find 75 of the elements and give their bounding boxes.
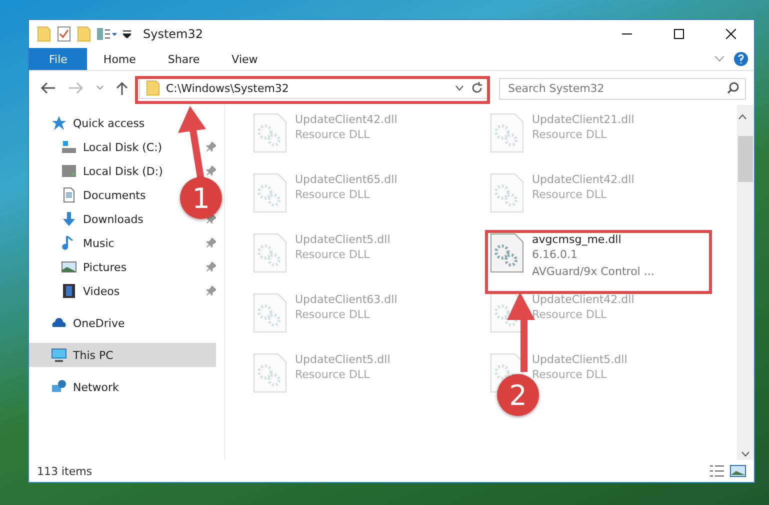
folder-icon [37,26,51,42]
address-bar[interactable]: C:\Windows\System32 [139,77,489,99]
down-arrow-icon [61,211,77,227]
nav-item[interactable]: OneDrive [29,311,133,335]
pin-icon[interactable] [206,238,216,248]
film-icon [61,283,77,299]
pin-icon[interactable] [206,286,216,296]
item-count: 113 items [37,464,92,478]
file-detail: Resource DLL [295,367,370,383]
file-detail: Resource DLL [295,187,370,203]
close-icon [726,29,736,39]
pin-icon[interactable] [206,142,216,152]
maximize-icon [674,29,684,39]
file-detail: Resource DLL [532,307,607,323]
document-icon [61,187,77,203]
gear-file-icon [490,173,524,213]
search-icon[interactable] [727,82,739,94]
gear-file-icon [253,293,287,333]
properties-icon[interactable] [57,26,71,42]
nav-item[interactable]: Pictures [29,255,135,279]
nav-item[interactable]: Videos [29,279,128,303]
pin-icon[interactable] [206,166,216,176]
chevron-down-icon[interactable] [455,85,464,91]
gear-file-icon [253,173,287,213]
globe-icon [51,379,67,395]
ribbon-tab[interactable]: Home [87,48,152,70]
file-detail: Resource DLL [532,187,607,203]
star-icon [51,115,67,131]
large-icons-view-icon[interactable] [730,465,746,477]
file-detail: Resource DLL [295,127,370,143]
caret-icon[interactable] [123,30,131,38]
file-detail: 6.16.0.1 [532,247,578,263]
gear-file-icon [253,353,287,393]
ribbon-tab[interactable]: Share [152,48,216,70]
help-icon[interactable] [734,52,748,66]
window-title: System32 [143,27,204,41]
gear-file-icon [253,113,287,153]
nav-item[interactable]: Downloads [29,207,152,231]
search-field[interactable]: Search System32 [499,78,746,100]
file-detail: Resource DLL [295,247,370,263]
picture-icon [61,259,77,275]
pin-icon[interactable] [206,214,216,224]
new-folder-icon [77,26,91,42]
file-detail: Resource DLL [532,127,607,143]
file-detail: Resource DLL [295,307,370,323]
refresh-icon[interactable] [470,81,484,95]
file-menu-button[interactable]: File [29,48,88,70]
scroll-up-icon[interactable] [738,114,747,120]
folder-icon [146,80,160,96]
view-icon[interactable] [97,28,117,40]
nav-item[interactable]: Documents [29,183,154,207]
up-arrow-icon[interactable] [115,80,129,96]
drive-icon [61,163,77,179]
scroll-down-icon[interactable] [741,451,750,457]
scroll-thumb[interactable] [738,136,753,182]
scrollbar[interactable] [737,105,754,460]
gear-file-icon [490,233,524,273]
file-detail: Resource DLL [532,367,607,383]
nav-item[interactable]: Quick access [29,111,153,135]
nav-item[interactable]: Music [29,231,122,255]
drive-icon [61,139,77,155]
back-arrow-icon[interactable] [39,81,57,95]
nav-item[interactable]: Local Disk (D:) [29,159,171,183]
nav-item[interactable]: Network [29,375,127,399]
file-detail: AVGuard/9x Control ... [532,264,654,280]
pin-icon[interactable] [206,262,216,272]
gear-file-icon [490,113,524,153]
details-view-icon[interactable] [710,465,724,477]
file-name[interactable]: avgcmsg_me.dll [532,233,622,246]
nav-item[interactable]: Local Disk (C:) [29,135,170,159]
monitor-icon [51,347,67,363]
nav-item[interactable]: This PC [29,343,216,367]
minimize-icon [622,33,632,35]
gear-file-icon [253,233,287,273]
ribbon-tab[interactable]: View [216,48,274,70]
